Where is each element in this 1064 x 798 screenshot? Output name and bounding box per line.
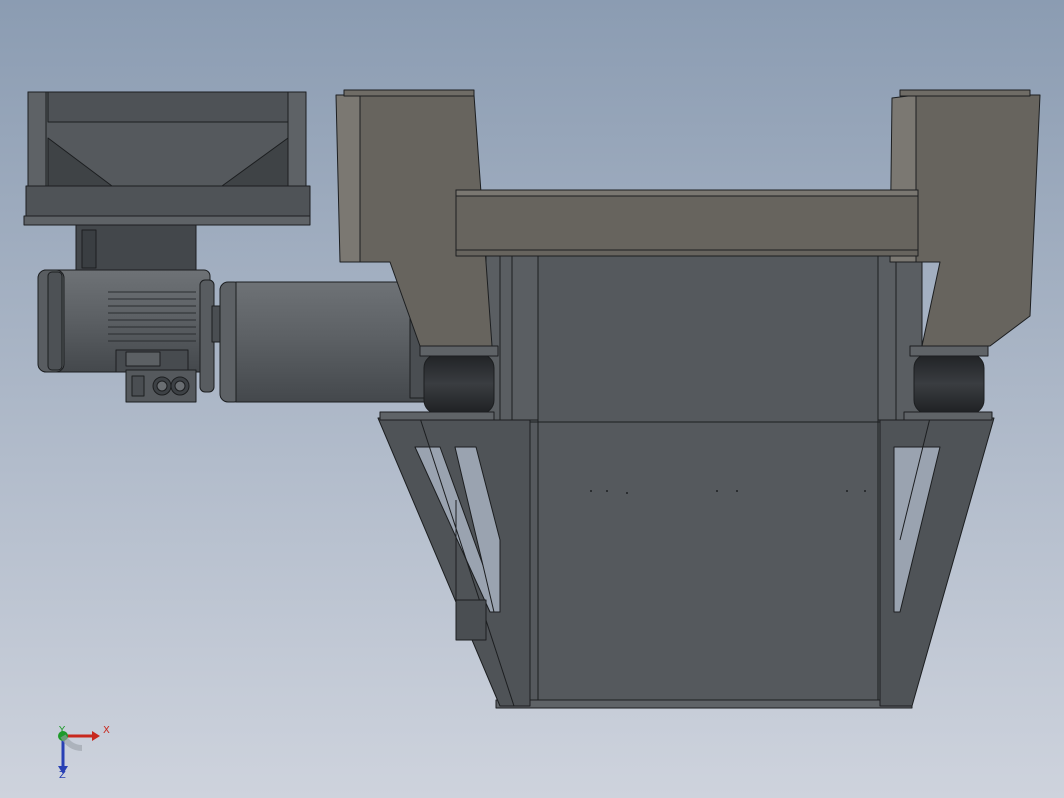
trough-body[interactable] — [495, 254, 913, 709]
cad-viewport[interactable]: X Y Z — [0, 0, 1064, 798]
electric-motor[interactable] — [37, 224, 211, 403]
motor-mount-frame[interactable] — [23, 91, 311, 226]
x-axis-arrowhead — [92, 731, 100, 741]
coordinate-triad: X Y Z — [58, 725, 110, 781]
xz-plane-arc-icon — [60, 734, 83, 751]
vibrating-feeder-assembly-model[interactable]: X Y Z — [0, 0, 1064, 798]
support-leg-right[interactable] — [879, 417, 995, 707]
y-axis-label: Y — [58, 725, 66, 736]
cross-beam[interactable] — [455, 189, 919, 257]
x-axis-label: X — [103, 725, 110, 736]
z-axis-label: Z — [59, 770, 66, 781]
support-leg-left[interactable] — [377, 417, 531, 707]
